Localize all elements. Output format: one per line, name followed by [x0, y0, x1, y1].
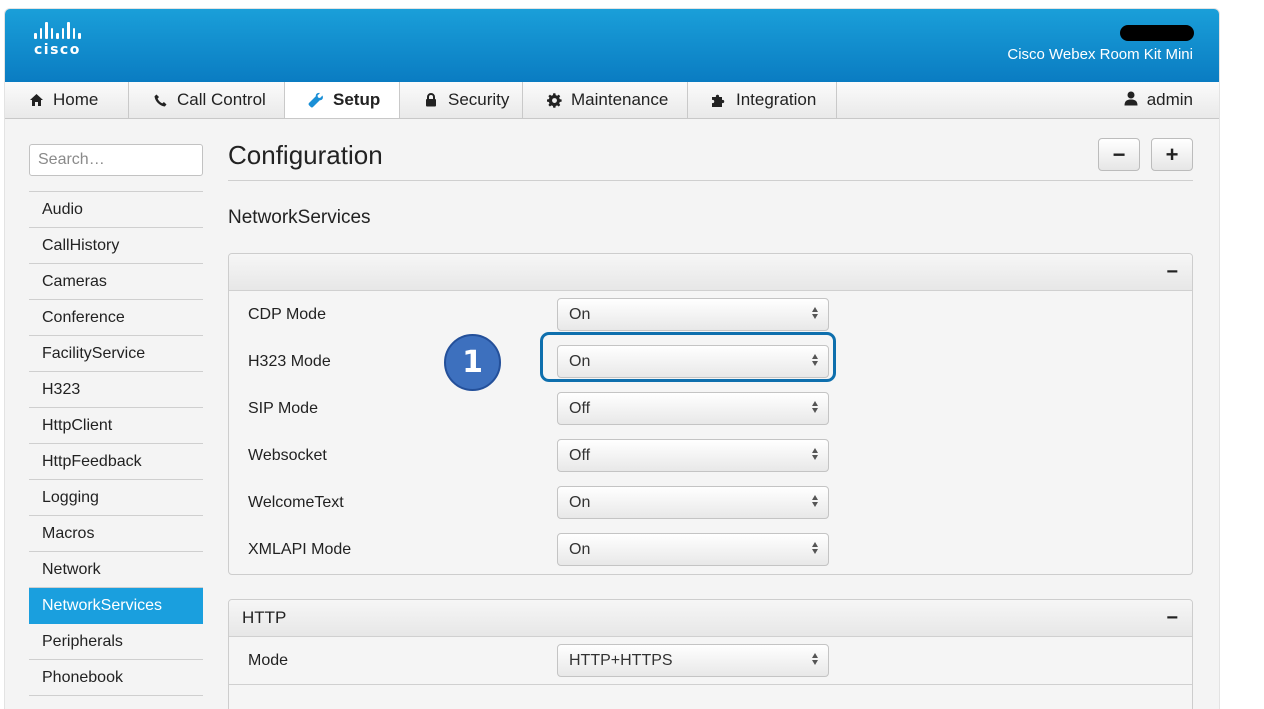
- select-value: Off: [569, 447, 591, 464]
- title-divider: [228, 180, 1193, 181]
- sidebar-item-networkservices[interactable]: NetworkServices: [29, 588, 203, 624]
- setting-label: CDP Mode: [248, 306, 326, 323]
- page-title: Configuration: [228, 140, 383, 170]
- cdp-mode-select[interactable]: On: [557, 298, 829, 331]
- sidebar-item-h323[interactable]: H323: [29, 372, 203, 408]
- sidebar-item-httpfeedback[interactable]: HttpFeedback: [29, 444, 203, 480]
- sip-mode-select[interactable]: Off: [557, 392, 829, 425]
- setting-row-http-mode: Mode HTTP+HTTPS: [229, 637, 1192, 684]
- panel-row-divider: [229, 684, 1192, 705]
- collapse-panel-button[interactable]: −: [1166, 254, 1178, 290]
- cisco-logo-bars-icon: [34, 22, 81, 39]
- redacted-device-name: [1120, 25, 1194, 41]
- xmlapi-mode-select[interactable]: On: [557, 533, 829, 566]
- gear-icon: [545, 92, 563, 108]
- collapse-all-button[interactable]: −: [1098, 138, 1140, 171]
- select-value: On: [569, 494, 591, 511]
- panel-title: HTTP: [242, 608, 287, 627]
- sidebar-item-audio[interactable]: Audio: [29, 192, 203, 228]
- user-menu[interactable]: admin: [1124, 82, 1193, 118]
- sidebar-item-callhistory[interactable]: CallHistory: [29, 228, 203, 264]
- tab-integration[interactable]: Integration: [688, 82, 837, 118]
- welcometext-select[interactable]: On: [557, 486, 829, 519]
- sidebar-item-network[interactable]: Network: [29, 552, 203, 588]
- tab-security[interactable]: Security: [400, 82, 523, 118]
- phone-icon: [151, 94, 169, 107]
- tab-label: Integration: [736, 90, 817, 109]
- select-arrows-icon: [811, 307, 819, 319]
- select-arrows-icon: [811, 495, 819, 507]
- sidebar-item-phonebook[interactable]: Phonebook: [29, 660, 203, 696]
- puzzle-icon: [710, 93, 728, 108]
- setting-row-websocket: Websocket Off: [229, 432, 1192, 479]
- callout-highlight-box: [540, 332, 836, 382]
- setting-row-welcometext: WelcomeText On: [229, 479, 1192, 526]
- cisco-logo-text: cisco: [34, 42, 81, 58]
- tab-home[interactable]: Home: [5, 82, 129, 118]
- cisco-logo: cisco: [34, 22, 81, 58]
- tab-label: Maintenance: [571, 90, 669, 109]
- sidebar-item-facilityservice[interactable]: FacilityService: [29, 336, 203, 372]
- setting-label: Mode: [248, 652, 289, 669]
- sidebar-item-cameras[interactable]: Cameras: [29, 264, 203, 300]
- sidebar-item-logging[interactable]: Logging: [29, 480, 203, 516]
- tab-maintenance[interactable]: Maintenance: [523, 82, 688, 118]
- user-name: admin: [1146, 90, 1193, 109]
- search-input[interactable]: [29, 144, 203, 176]
- tab-call-control[interactable]: Call Control: [129, 82, 285, 118]
- setting-label: WelcomeText: [248, 494, 344, 511]
- setting-row-cdp-mode: CDP Mode On: [229, 291, 1192, 338]
- expand-all-button[interactable]: +: [1151, 138, 1193, 171]
- tab-label: Setup: [333, 90, 381, 109]
- select-arrows-icon: [811, 653, 819, 665]
- lock-icon: [422, 93, 440, 107]
- select-value: On: [569, 541, 591, 558]
- tab-setup[interactable]: Setup: [285, 82, 400, 118]
- user-icon: [1124, 91, 1138, 110]
- sidebar-item-macros[interactable]: Macros: [29, 516, 203, 552]
- websocket-select[interactable]: Off: [557, 439, 829, 472]
- setting-label: SIP Mode: [248, 400, 318, 417]
- setting-label: H323 Mode: [248, 353, 331, 370]
- sidebar-item-httpclient[interactable]: HttpClient: [29, 408, 203, 444]
- product-name: Cisco Webex Room Kit Mini: [1007, 46, 1193, 63]
- top-header: cisco Cisco Webex Room Kit Mini: [5, 9, 1219, 82]
- panel-header[interactable]: −: [229, 254, 1192, 291]
- settings-panel-http: HTTP − Mode HTTP+HTTPS: [228, 599, 1193, 709]
- settings-panel-general: − CDP Mode On H323 Mode On SIP Mode Off …: [228, 253, 1193, 575]
- tab-label: Home: [53, 90, 99, 109]
- main-nav: Home Call Control Setup Security Mainten…: [5, 82, 1219, 119]
- select-value: On: [569, 306, 591, 323]
- select-arrows-icon: [811, 542, 819, 554]
- setting-label: Websocket: [248, 447, 327, 464]
- panel-header[interactable]: HTTP −: [229, 600, 1192, 637]
- tab-label: Security: [448, 90, 510, 109]
- collapse-panel-button[interactable]: −: [1166, 600, 1178, 636]
- tab-label: Call Control: [177, 90, 266, 109]
- section-title: NetworkServices: [228, 207, 371, 228]
- select-arrows-icon: [811, 448, 819, 460]
- select-arrows-icon: [811, 401, 819, 413]
- sidebar-item-conference[interactable]: Conference: [29, 300, 203, 336]
- sidebar-nav: Audio CallHistory Cameras Conference Fac…: [29, 191, 203, 696]
- home-icon: [27, 93, 45, 107]
- http-mode-select[interactable]: HTTP+HTTPS: [557, 644, 829, 677]
- setting-label: XMLAPI Mode: [248, 541, 352, 558]
- select-value: Off: [569, 400, 591, 417]
- callout-number-badge: 1: [444, 334, 501, 391]
- setting-row-xmlapi-mode: XMLAPI Mode On: [229, 526, 1192, 573]
- select-value: HTTP+HTTPS: [569, 652, 673, 669]
- sidebar-item-peripherals[interactable]: Peripherals: [29, 624, 203, 660]
- wrench-icon: [307, 92, 325, 108]
- setting-row-sip-mode: SIP Mode Off: [229, 385, 1192, 432]
